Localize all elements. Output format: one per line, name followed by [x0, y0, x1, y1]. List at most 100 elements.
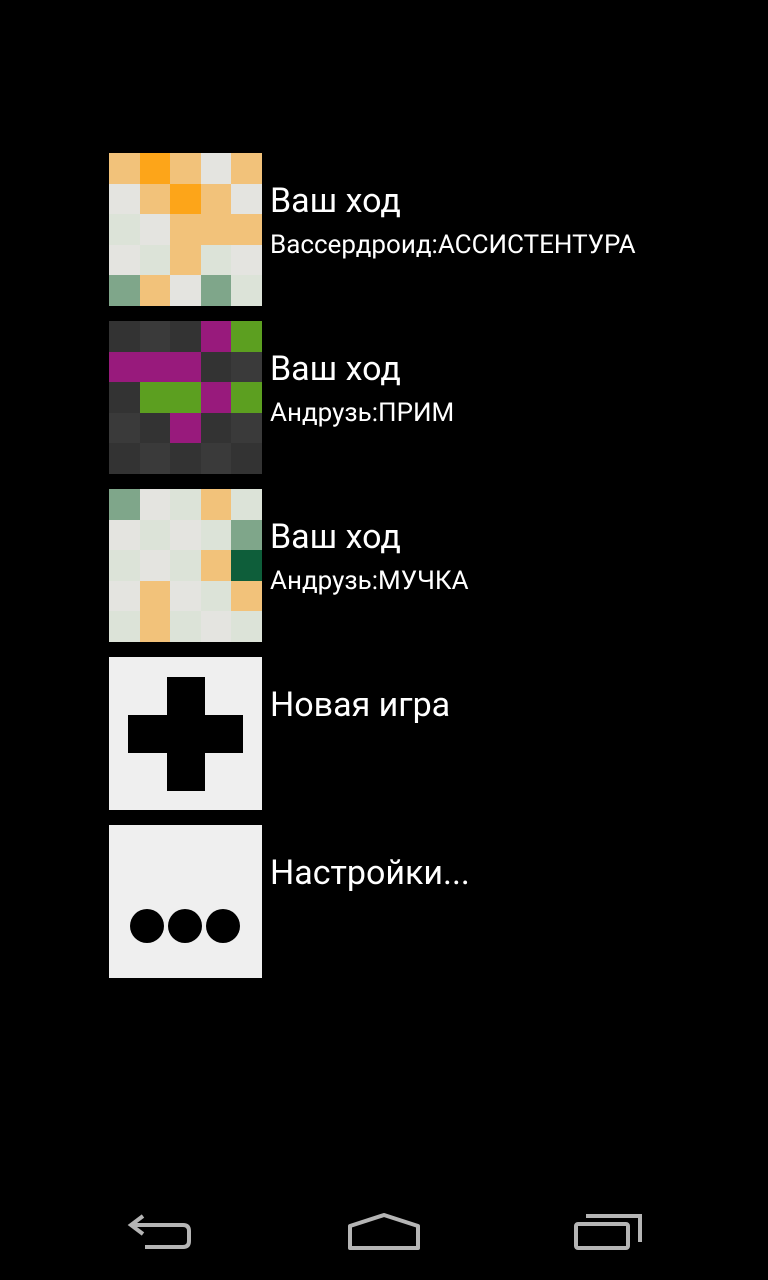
board-tile	[170, 611, 201, 642]
board-tile	[139, 321, 171, 352]
board-tile	[231, 382, 262, 413]
board-tile	[109, 275, 140, 306]
board-grid	[109, 489, 262, 642]
home-icon	[348, 1213, 420, 1250]
board-tile	[109, 489, 140, 520]
board-tile	[109, 351, 140, 383]
back-icon	[127, 1214, 191, 1249]
board-tile	[139, 214, 171, 245]
game-status: Ваш ход	[270, 181, 401, 221]
game-item[interactable]: Ваш ход Андрузь:ПРИМ	[109, 321, 729, 474]
board-tile	[109, 244, 140, 276]
board-tile	[170, 214, 201, 245]
board-tile	[109, 382, 140, 413]
board-tile	[200, 489, 232, 520]
board-tile	[231, 611, 262, 642]
board-tile	[170, 580, 201, 612]
board-tile	[109, 412, 140, 444]
game-item[interactable]: Ваш ход Андрузь:МУЧКА	[109, 489, 729, 642]
board-tile	[231, 214, 262, 245]
board-tile	[200, 382, 232, 413]
board-tile	[231, 275, 262, 306]
board-tile	[109, 321, 140, 352]
plus-icon	[109, 657, 262, 810]
board-tile	[139, 183, 171, 215]
board-tile	[200, 321, 232, 352]
board-tile	[231, 412, 262, 444]
board-thumbnail	[109, 321, 262, 474]
board-tile	[170, 183, 201, 215]
board-tile	[170, 443, 201, 474]
board-tile	[200, 351, 232, 383]
board-tile	[200, 611, 232, 642]
board-tile	[231, 443, 262, 474]
board-tile	[200, 550, 232, 581]
settings-label: Настройки...	[270, 853, 470, 893]
board-tile	[170, 489, 201, 520]
recents-button[interactable]	[480, 1184, 736, 1280]
settings-button[interactable]: Настройки...	[109, 825, 729, 978]
board-tile	[200, 580, 232, 612]
board-tile	[231, 244, 262, 276]
new-game-text: Новая игра	[270, 657, 450, 727]
game-item-text: Ваш ход Андрузь:ПРИМ	[270, 321, 454, 433]
board-tile	[170, 321, 201, 352]
board-tile	[109, 519, 140, 551]
board-tile	[231, 489, 262, 520]
game-opponent-word: Вассердроид:АССИСТЕНТУРА	[270, 230, 636, 260]
board-tile	[109, 611, 140, 642]
board-thumbnail	[109, 489, 262, 642]
board-tile	[231, 183, 262, 215]
board-tile	[231, 153, 262, 184]
new-game-button[interactable]: Новая игра	[109, 657, 729, 810]
game-list: Ваш ход Вассердроид:АССИСТЕНТУРА Ваш ход…	[109, 153, 729, 993]
board-thumbnail	[109, 153, 262, 306]
board-tile	[170, 244, 201, 276]
new-game-label: Новая игра	[270, 685, 451, 725]
board-tile	[109, 443, 140, 474]
game-item-text: Ваш ход Андрузь:МУЧКА	[270, 489, 469, 601]
board-tile	[200, 244, 232, 276]
board-tile	[200, 214, 232, 245]
settings-text: Настройки...	[270, 825, 470, 895]
game-item-text: Ваш ход Вассердроид:АССИСТЕНТУРА	[270, 153, 636, 265]
board-tile	[200, 275, 232, 306]
board-tile	[200, 412, 232, 444]
board-tile	[170, 153, 201, 184]
board-tile	[139, 153, 171, 184]
board-grid	[109, 153, 262, 306]
board-tile	[109, 183, 140, 215]
game-status: Ваш ход	[270, 517, 401, 557]
game-opponent-word: Андрузь:МУЧКА	[270, 566, 469, 596]
board-grid	[109, 321, 262, 474]
board-tile	[231, 321, 262, 352]
board-tile	[200, 519, 232, 551]
back-button[interactable]	[32, 1184, 288, 1280]
board-tile	[200, 153, 232, 184]
board-tile	[231, 580, 262, 612]
board-tile	[139, 351, 171, 383]
board-tile	[170, 351, 201, 383]
board-tile	[200, 443, 232, 474]
board-tile	[200, 183, 232, 215]
board-tile	[109, 153, 140, 184]
board-tile	[139, 580, 171, 612]
home-button[interactable]	[256, 1184, 512, 1280]
board-tile	[139, 443, 171, 474]
board-tile	[139, 489, 171, 520]
board-tile	[139, 611, 171, 642]
board-tile	[139, 519, 171, 551]
board-tile	[139, 382, 171, 413]
recents-icon	[574, 1214, 642, 1250]
board-tile	[139, 550, 171, 581]
board-tile	[170, 382, 201, 413]
board-tile	[170, 275, 201, 306]
navigation-bar	[0, 1184, 768, 1280]
board-tile	[109, 550, 140, 581]
board-tile	[231, 519, 262, 551]
board-tile	[109, 214, 140, 245]
board-tile	[139, 412, 171, 444]
game-item[interactable]: Ваш ход Вассердроид:АССИСТЕНТУРА	[109, 153, 729, 306]
more-dots-icon	[109, 825, 262, 978]
board-tile	[139, 244, 171, 276]
